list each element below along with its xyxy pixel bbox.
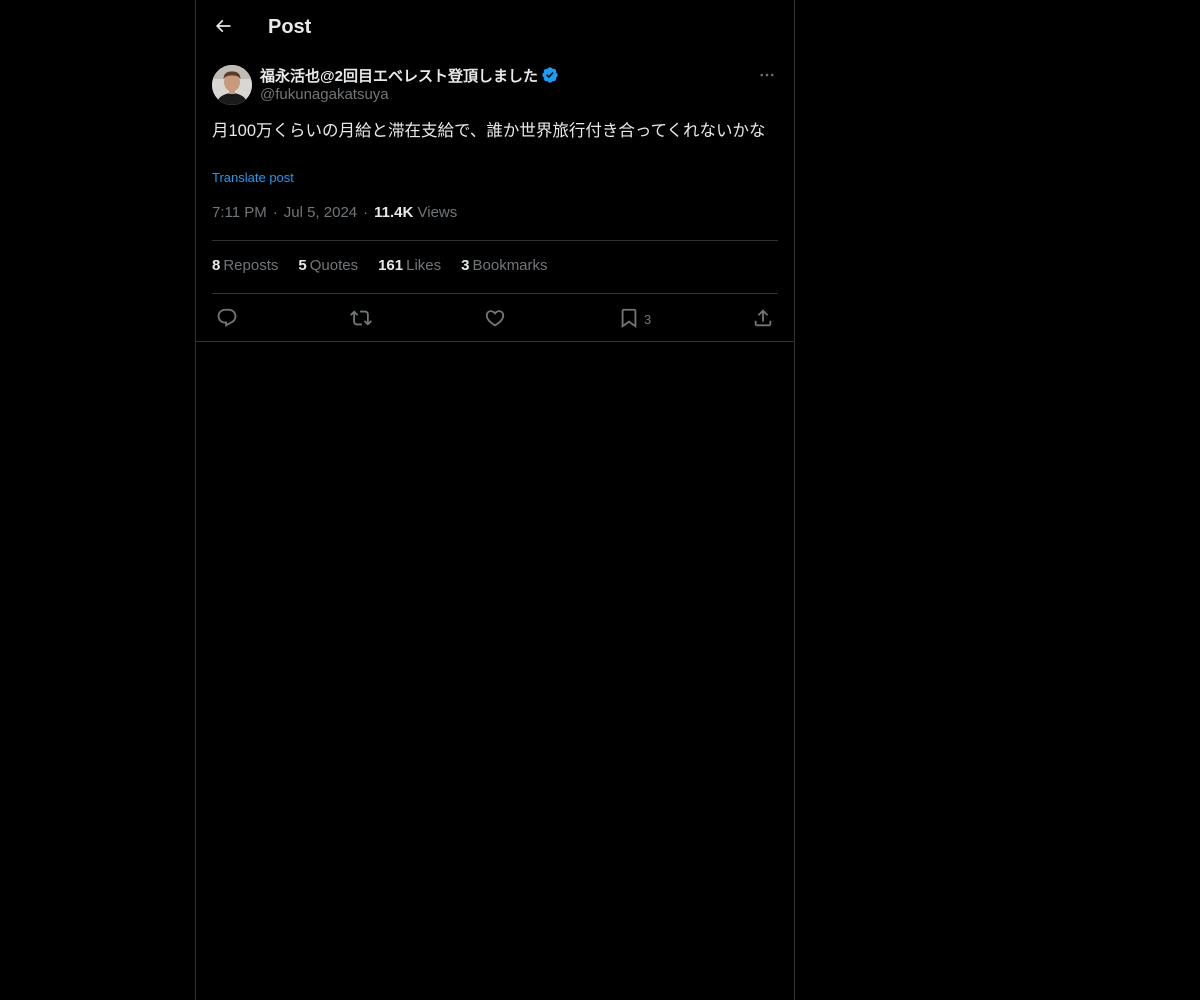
share-icon — [754, 309, 772, 327]
bookmark-button[interactable]: 3 — [618, 306, 651, 330]
repost-button[interactable] — [350, 306, 372, 330]
reply-icon — [217, 308, 237, 327]
post-author: 福永活也@2回目エベレスト登頂しました @fukunagakatsuya — [212, 64, 778, 108]
display-name[interactable]: 福永活也@2回目エベレスト登頂しました — [260, 65, 538, 86]
back-button[interactable] — [210, 13, 236, 39]
quotes-count: 5 — [298, 257, 307, 274]
post-text: 月100万くらいの月給と滞在支給で、誰か世界旅行付き合ってくれないかな — [212, 122, 766, 140]
quotes-label: Quotes — [309, 257, 359, 274]
meta-separator: · — [272, 204, 278, 221]
more-options-button[interactable] — [756, 64, 778, 86]
post-time[interactable]: 7:11 PM — [212, 204, 267, 221]
reposts-label: Reposts — [223, 257, 279, 274]
translate-post-link[interactable]: Translate post — [212, 170, 294, 185]
post-date[interactable]: Jul 5, 2024 — [284, 204, 357, 221]
more-horizontal-icon — [760, 73, 774, 77]
heart-icon — [485, 310, 505, 327]
like-button[interactable] — [484, 306, 506, 330]
reposts-stat[interactable]: 8 Reposts — [212, 257, 278, 274]
bookmark-count: 3 — [644, 311, 652, 327]
display-name-row: 福永活也@2回目エベレスト登頂しました — [260, 65, 559, 85]
reply-button[interactable] — [216, 306, 238, 330]
divider — [212, 293, 778, 294]
post-detail-column: Post 福永活也@2回目エベレスト登頂しました @fukunagakatsuy… — [195, 0, 795, 1000]
page-header: Post — [196, 0, 794, 53]
reposts-count: 8 — [212, 257, 221, 274]
avatar[interactable] — [212, 65, 252, 105]
avatar-image — [212, 65, 252, 105]
post-meta: 7:11 PM · Jul 5, 2024 · 11.4K Views — [212, 204, 457, 221]
likes-count: 161 — [378, 257, 404, 274]
likes-label: Likes — [406, 257, 442, 274]
quotes-stat[interactable]: 5 Quotes — [298, 257, 358, 274]
post-bottom-border — [196, 341, 794, 342]
meta-separator: · — [363, 204, 369, 221]
likes-stat[interactable]: 161 Likes — [378, 257, 441, 274]
author-handle[interactable]: @fukunagakatsuya — [260, 86, 389, 103]
post-actions: 3 — [212, 302, 778, 334]
post-stats: 8 Reposts 5 Quotes 161 Likes 3 Bookmarks — [212, 257, 568, 274]
divider — [212, 240, 778, 241]
verified-badge-icon — [541, 66, 559, 84]
bookmarks-count: 3 — [461, 257, 470, 274]
repost-icon — [350, 310, 372, 326]
arrow-left-icon — [215, 19, 231, 33]
bookmarks-stat[interactable]: 3 Bookmarks — [461, 257, 547, 274]
page-title: Post — [268, 16, 312, 38]
views-count: 11.4K — [374, 204, 414, 221]
bookmark-icon — [621, 308, 637, 329]
bookmarks-label: Bookmarks — [472, 257, 548, 274]
views-label: Views — [417, 204, 458, 221]
share-button[interactable] — [752, 306, 774, 330]
